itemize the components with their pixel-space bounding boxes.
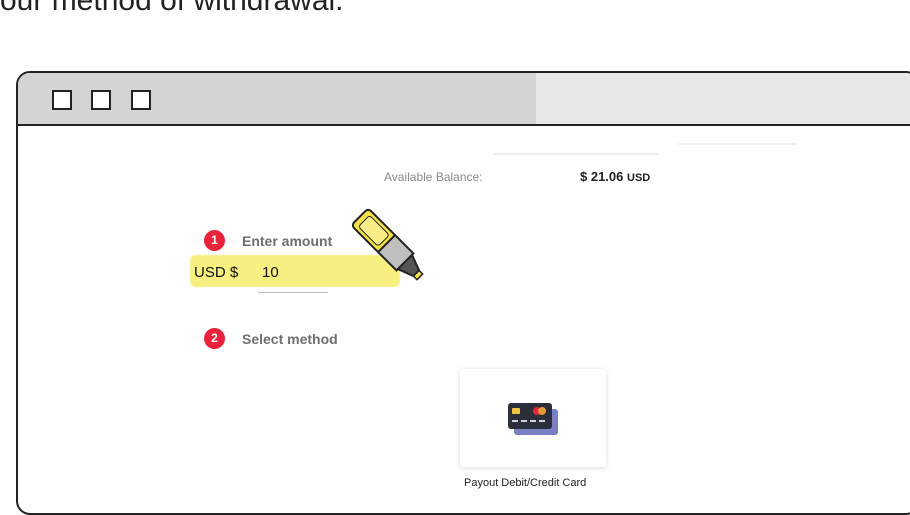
step-1-label: Enter amount bbox=[242, 233, 333, 249]
instruction-heading: our method of withdrawal. bbox=[0, 0, 344, 17]
step-2-label: Select method bbox=[242, 331, 338, 347]
divider bbox=[494, 153, 658, 155]
payout-method-label: Payout Debit/Credit Card bbox=[464, 477, 587, 489]
window-button-1[interactable] bbox=[52, 90, 72, 110]
amount-input-underline bbox=[258, 292, 328, 293]
amount-prefix: USD $ bbox=[194, 264, 239, 281]
divider bbox=[678, 143, 796, 145]
browser-window: Available Balance: $ 21.06 USD 1 Enter a… bbox=[16, 71, 910, 515]
balance-label: Available Balance: bbox=[384, 170, 483, 184]
amount-input[interactable] bbox=[262, 261, 334, 283]
step-2-badge: 2 bbox=[204, 328, 225, 349]
balance-currency: USD bbox=[627, 172, 651, 184]
highlighter-pen-icon bbox=[351, 208, 424, 281]
window-button-2[interactable] bbox=[91, 90, 111, 110]
payout-method-card[interactable] bbox=[460, 369, 606, 467]
credit-card-icon bbox=[508, 403, 558, 435]
window-button-3[interactable] bbox=[131, 90, 151, 110]
window-titlebar bbox=[18, 73, 910, 126]
balance-amount: $ 21.06 USD bbox=[580, 169, 651, 184]
step-1-badge: 1 bbox=[204, 230, 225, 251]
